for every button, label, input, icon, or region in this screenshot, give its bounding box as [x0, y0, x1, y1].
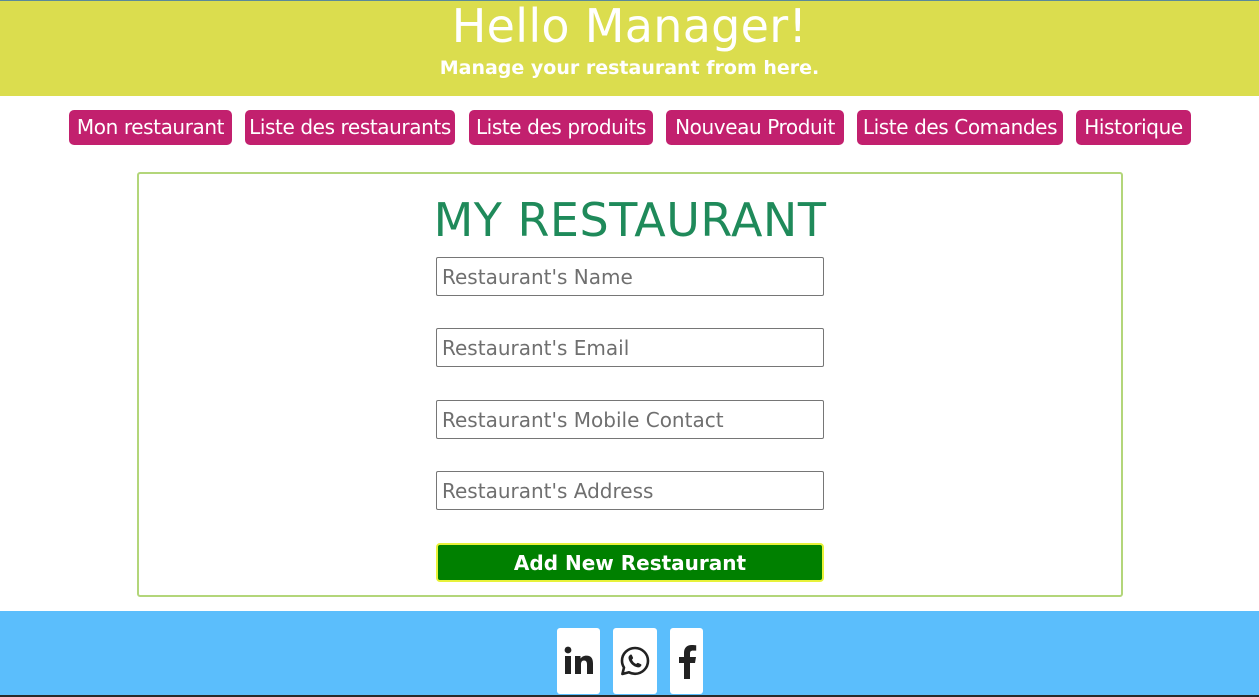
restaurant-mobile-input[interactable]: [436, 400, 824, 439]
whatsapp-icon: [619, 645, 651, 677]
nav-liste-des-produits[interactable]: Liste des produits: [469, 110, 653, 145]
facebook-icon: [676, 643, 698, 679]
main-nav: Mon restaurant Liste des restaurants Lis…: [0, 110, 1259, 146]
restaurant-name-input[interactable]: [436, 257, 824, 296]
nav-nouveau-produit[interactable]: Nouveau Produit: [666, 110, 844, 145]
form-title: MY RESTAURANT: [433, 193, 827, 247]
whatsapp-link[interactable]: [613, 628, 657, 694]
page-title: Hello Manager!: [451, 0, 808, 53]
linkedin-link[interactable]: [557, 628, 600, 694]
restaurant-form-card: MY RESTAURANT Add New Restaurant: [137, 172, 1123, 597]
nav-liste-des-comandes[interactable]: Liste des Comandes: [857, 110, 1063, 145]
restaurant-email-input[interactable]: [436, 328, 824, 367]
facebook-link[interactable]: [670, 628, 703, 694]
page-subtitle: Manage your restaurant from here.: [439, 57, 820, 79]
page-header: Hello Manager! Manage your restaurant fr…: [0, 0, 1259, 96]
nav-historique[interactable]: Historique: [1076, 110, 1191, 145]
add-restaurant-button[interactable]: Add New Restaurant: [436, 543, 824, 582]
nav-mon-restaurant[interactable]: Mon restaurant: [69, 110, 232, 145]
linkedin-icon: [563, 645, 595, 677]
page-footer: [0, 611, 1259, 697]
nav-liste-des-restaurants[interactable]: Liste des restaurants: [245, 110, 455, 145]
restaurant-address-input[interactable]: [436, 471, 824, 510]
